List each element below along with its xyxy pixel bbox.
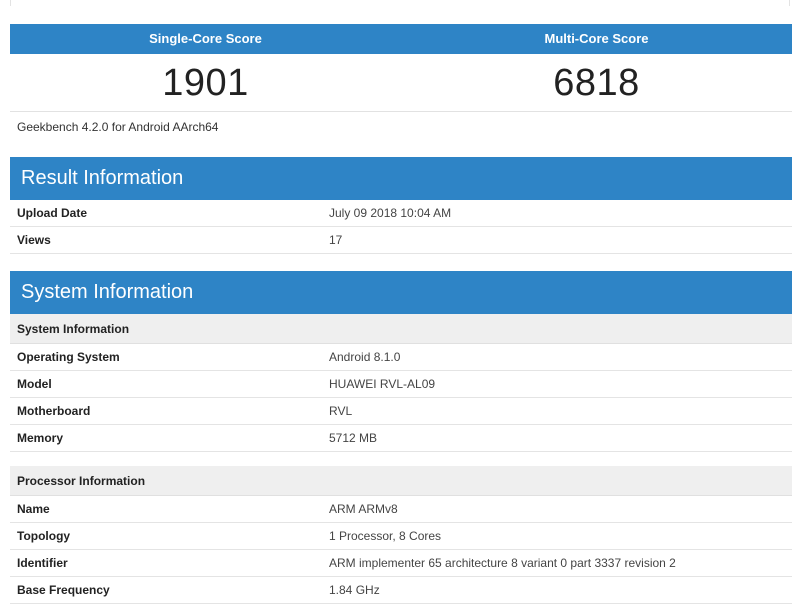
table-row: Motherboard RVL [10,398,792,425]
row-key: Model [17,377,52,391]
row-value: July 09 2018 10:04 AM [329,206,452,220]
single-core-label: Single-Core Score [149,31,262,46]
system-information-header: System Information [10,271,792,314]
table-row: Views 17 [10,227,792,254]
row-value: 1 Processor, 8 Cores [329,529,442,543]
table-row: Operating System Android 8.1.0 [10,344,792,371]
row-value: 5712 MB [329,431,378,445]
multi-core-label: Multi-Core Score [544,31,649,46]
table-row: Memory 5712 MB [10,425,792,452]
row-value: ARM ARMv8 [329,502,398,516]
row-value: 1.84 GHz [329,583,380,597]
row-value: 17 [329,233,343,247]
row-key: Name [17,502,50,516]
table-row: Model HUAWEI RVL-AL09 [10,371,792,398]
score-header-row: Single-Core Score Multi-Core Score [10,24,792,54]
table-row: Identifier ARM implementer 65 architectu… [10,550,792,577]
system-information-table: System Information Operating System Andr… [10,314,792,604]
table-row: Name ARM ARMv8 [10,496,792,523]
row-key: Memory [17,431,64,445]
row-key: Views [17,233,51,247]
system-subsection-header: System Information [10,314,792,344]
score-table: Single-Core Score Multi-Core Score 1901 … [10,24,792,142]
row-value: ARM implementer 65 architecture 8 varian… [329,556,676,570]
row-key: Operating System [17,350,120,364]
row-value: RVL [329,404,353,418]
score-values-row: 1901 6818 [10,54,792,112]
row-key: Base Frequency [17,583,110,597]
result-information-header: Result Information [10,157,792,200]
row-key: Topology [17,529,71,543]
processor-subsection-header: Processor Information [10,466,792,496]
row-key: Motherboard [17,404,91,418]
row-key: Upload Date [17,206,88,220]
top-container-edge [10,0,790,6]
row-value: Android 8.1.0 [329,350,401,364]
row-value: HUAWEI RVL-AL09 [329,377,436,391]
row-key: Identifier [17,556,68,570]
benchmark-version: Geekbench 4.2.0 for Android AArch64 [17,120,219,134]
multi-core-score: 6818 [553,62,640,104]
table-row: Upload Date July 09 2018 10:04 AM [10,200,792,227]
table-row: Topology 1 Processor, 8 Cores [10,523,792,550]
table-row: Base Frequency 1.84 GHz [10,577,792,604]
result-information-table: Upload Date July 09 2018 10:04 AM Views … [10,200,792,254]
single-core-score: 1901 [162,62,249,104]
